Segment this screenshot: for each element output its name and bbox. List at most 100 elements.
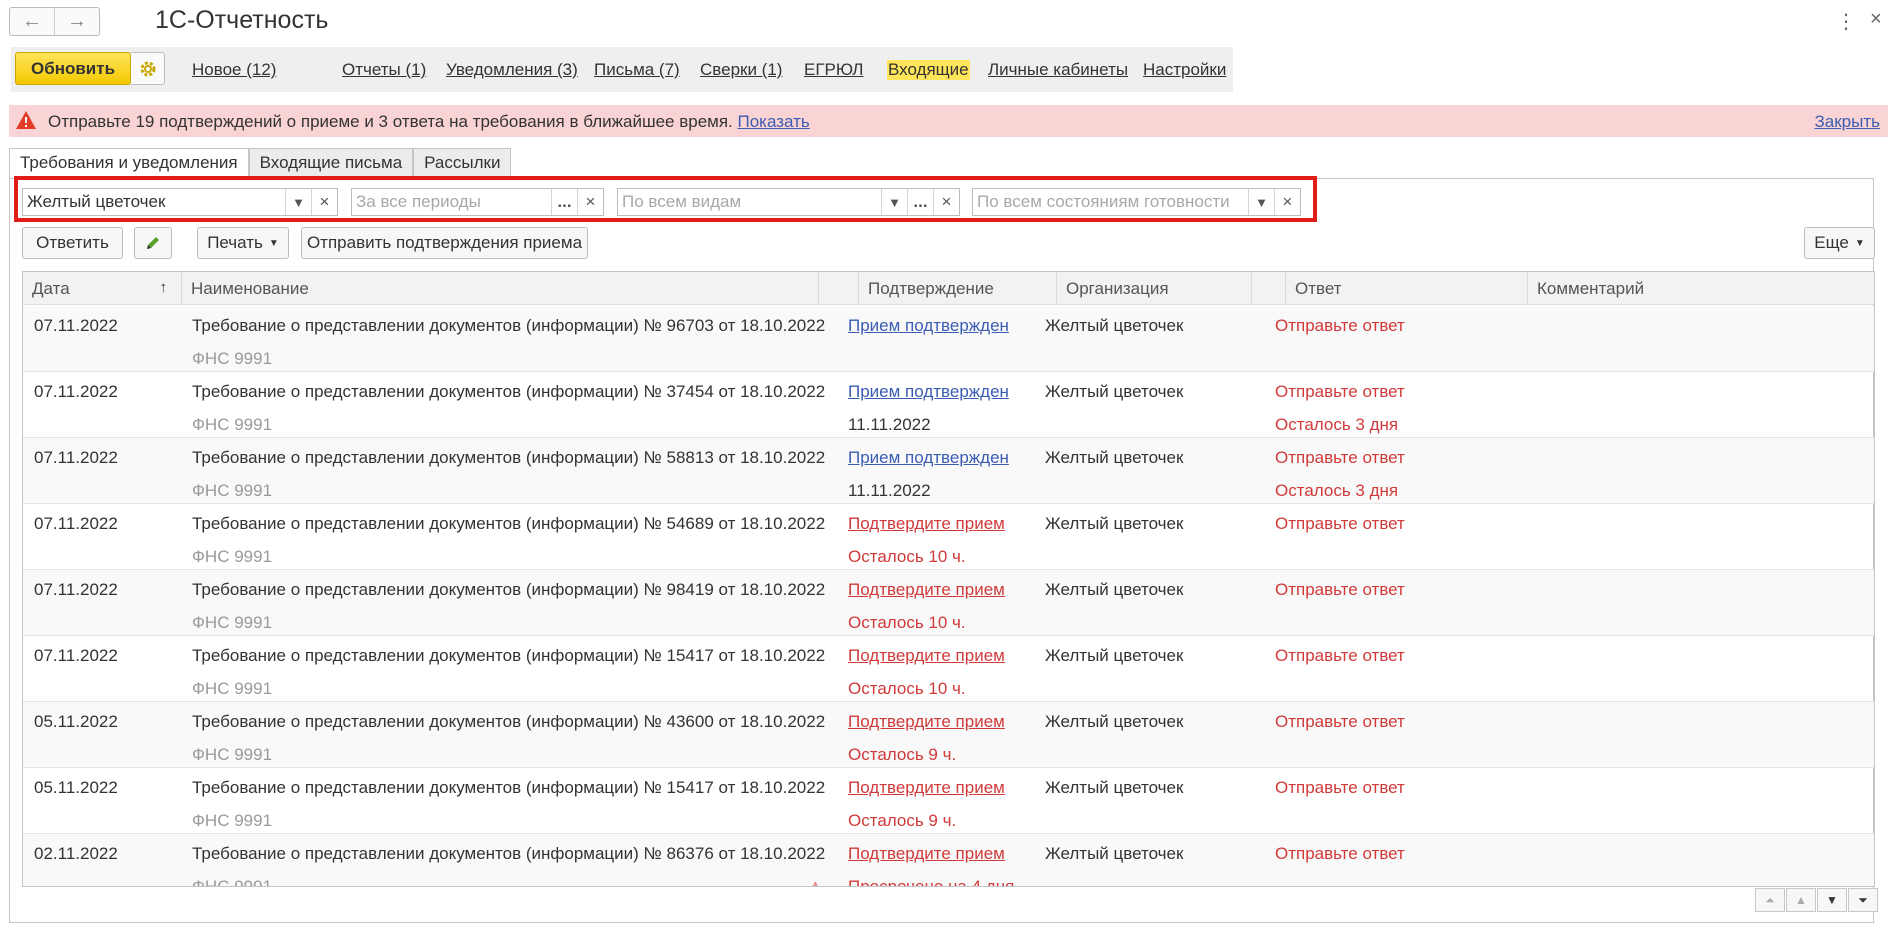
table-row[interactable]: 07.11.2022 Требование о представлении док… <box>23 570 1874 636</box>
table-row[interactable]: 05.11.2022 Требование о представлении док… <box>23 702 1874 768</box>
clear-icon[interactable]: × <box>577 189 603 215</box>
column-comment[interactable]: Комментарий <box>1528 272 1874 305</box>
row-answer-status: Отправьте ответ <box>1275 514 1405 533</box>
alert-close-link[interactable]: Закрыть <box>1815 112 1880 132</box>
settings-button[interactable] <box>131 52 165 85</box>
forward-arrow-icon[interactable]: → <box>55 8 99 35</box>
table-row[interactable]: 02.11.2022 Требование о представлении док… <box>23 834 1874 887</box>
documents-table: Дата ↑ Наименование Подтверждение Органи… <box>22 271 1875 887</box>
row-confirmation-link[interactable]: Подтвердите прием <box>848 778 1005 798</box>
link-incoming[interactable]: Входящие <box>887 60 970 80</box>
kind-filter-placeholder[interactable]: По всем видам <box>618 192 881 212</box>
warning-icon: ⚠ <box>809 879 822 887</box>
state-filter[interactable]: По всем состояниям готовности ▼ × <box>972 188 1301 216</box>
row-answer-status: Отправьте ответ <box>1275 382 1405 401</box>
table-row[interactable]: 05.11.2022 Требование о представлении док… <box>23 768 1874 834</box>
state-filter-placeholder[interactable]: По всем состояниям готовности <box>973 192 1248 212</box>
organization-filter[interactable]: Желтый цветочек ▼ × <box>22 188 338 216</box>
scroll-up-button[interactable]: ▲ <box>1786 888 1816 912</box>
row-organization: Желтый цветочек <box>1045 514 1184 533</box>
table-row[interactable]: 07.11.2022 Требование о представлении док… <box>23 306 1874 372</box>
link-new[interactable]: Новое (12) <box>192 60 276 80</box>
alert-text: Отправьте 19 подтверждений о приеме и 3 … <box>48 112 733 131</box>
row-confirmation-link[interactable]: Прием подтвержден <box>848 382 1009 402</box>
update-button[interactable]: Обновить <box>15 52 131 85</box>
clear-icon[interactable]: × <box>1274 189 1300 215</box>
clear-icon[interactable]: × <box>933 189 959 215</box>
more-menu-icon[interactable]: ⋮ <box>1836 9 1856 34</box>
scroll-down-button[interactable]: ▼ <box>1817 888 1847 912</box>
row-organization: Желтый цветочек <box>1045 712 1184 731</box>
link-notifications[interactable]: Уведомления (3) <box>446 60 578 80</box>
row-confirmation-link[interactable]: Подтвердите прием <box>848 646 1005 666</box>
organization-filter-value[interactable]: Желтый цветочек <box>23 192 285 212</box>
row-name: Требование о представлении документов (и… <box>192 844 826 863</box>
clear-icon[interactable]: × <box>311 189 337 215</box>
send-confirmations-button[interactable]: Отправить подтверждения приема <box>301 227 588 259</box>
row-organization: Желтый цветочек <box>1045 844 1184 863</box>
edit-button[interactable] <box>134 227 172 259</box>
table-header: Дата ↑ Наименование Подтверждение Органи… <box>23 272 1874 305</box>
tab-incoming-letters[interactable]: Входящие письма <box>248 148 414 178</box>
column-date[interactable]: Дата ↑ <box>23 272 182 305</box>
print-button[interactable]: Печать ▼ <box>197 227 289 259</box>
row-confirmation-detail: 11.11.2022 <box>848 415 931 434</box>
row-date: 05.11.2022 <box>34 712 118 731</box>
scroll-top-button[interactable]: ⏶ <box>1755 888 1785 912</box>
title-bar: ← → 1С-Отчетность ⋮ × <box>0 0 1898 44</box>
pencil-icon <box>147 237 159 249</box>
period-filter[interactable]: За все периоды ... × <box>351 188 604 216</box>
chevron-down-icon[interactable]: ▼ <box>285 189 311 215</box>
row-confirmation-detail: Осталось 10 ч. <box>848 547 966 566</box>
table-row[interactable]: 07.11.2022 Требование о представлении док… <box>23 372 1874 438</box>
table-row[interactable]: 07.11.2022 Требование о представлении док… <box>23 438 1874 504</box>
table-row[interactable]: 07.11.2022 Требование о представлении док… <box>23 504 1874 570</box>
row-name: Требование о представлении документов (и… <box>192 712 826 731</box>
chevron-down-icon[interactable]: ▼ <box>881 189 907 215</box>
kind-filter[interactable]: По всем видам ▼ ... × <box>617 188 960 216</box>
column-organization[interactable]: Организация <box>1057 272 1252 305</box>
link-reconciliations[interactable]: Сверки (1) <box>700 60 782 80</box>
row-confirmation-detail: Просрочено на 4 дня <box>848 877 1015 887</box>
column-answer[interactable]: Ответ <box>1286 272 1528 305</box>
command-bar: Обновить Новое (12) Отчеты (1) Уведомлен… <box>11 47 1233 92</box>
tab-mailings[interactable]: Рассылки <box>413 148 512 178</box>
reply-button[interactable]: Ответить <box>22 227 123 259</box>
more-button[interactable]: Еще ▼ <box>1804 227 1875 259</box>
row-date: 07.11.2022 <box>34 580 118 599</box>
row-sender: ФНС 9991 <box>192 415 273 434</box>
table-row[interactable]: 07.11.2022 Требование о представлении док… <box>23 636 1874 702</box>
select-dots-icon[interactable]: ... <box>907 189 933 215</box>
alert-show-link[interactable]: Показать <box>738 112 810 131</box>
row-answer-status: Отправьте ответ <box>1275 448 1405 467</box>
row-name: Требование о представлении документов (и… <box>192 448 826 467</box>
row-confirmation-link[interactable]: Подтвердите прием <box>848 844 1005 864</box>
scroll-bottom-icon: ⏷ <box>1858 892 1868 907</box>
row-confirmation-link[interactable]: Прием подтвержден <box>848 448 1009 468</box>
row-organization: Желтый цветочек <box>1045 646 1184 665</box>
select-dots-icon[interactable]: ... <box>551 189 577 215</box>
tab-requirements[interactable]: Требования и уведомления <box>9 148 249 179</box>
link-settings[interactable]: Настройки <box>1143 60 1226 80</box>
row-confirmation-link[interactable]: Подтвердите прием <box>848 580 1005 600</box>
link-letters[interactable]: Письма (7) <box>594 60 680 80</box>
row-confirmation-link[interactable]: Подтвердите прием <box>848 514 1005 534</box>
link-egrul[interactable]: ЕГРЮЛ <box>804 60 863 80</box>
tab-bar: Требования и уведомления Входящие письма… <box>9 148 512 179</box>
chevron-down-icon[interactable]: ▼ <box>1248 189 1274 215</box>
back-arrow-icon[interactable]: ← <box>10 8 55 35</box>
row-confirmation-detail: Осталось 10 ч. <box>848 679 966 698</box>
scroll-bottom-button[interactable]: ⏷ <box>1848 888 1878 912</box>
row-name: Требование о представлении документов (и… <box>192 646 826 665</box>
close-icon[interactable]: × <box>1870 8 1882 31</box>
row-confirmation-link[interactable]: Прием подтвержден <box>848 316 1009 336</box>
link-personal-accounts[interactable]: Личные кабинеты <box>988 60 1128 80</box>
row-answer-detail: Осталось 3 дня <box>1275 415 1399 434</box>
alert-message: Отправьте 19 подтверждений о приеме и 3 … <box>48 112 810 132</box>
period-filter-placeholder[interactable]: За все периоды <box>352 192 551 212</box>
row-confirmation-link[interactable]: Подтвердите прием <box>848 712 1005 732</box>
link-reports[interactable]: Отчеты (1) <box>342 60 426 80</box>
column-confirmation[interactable]: Подтверждение <box>859 272 1057 305</box>
column-name[interactable]: Наименование <box>182 272 819 305</box>
row-sender: ФНС 9991 <box>192 613 273 632</box>
